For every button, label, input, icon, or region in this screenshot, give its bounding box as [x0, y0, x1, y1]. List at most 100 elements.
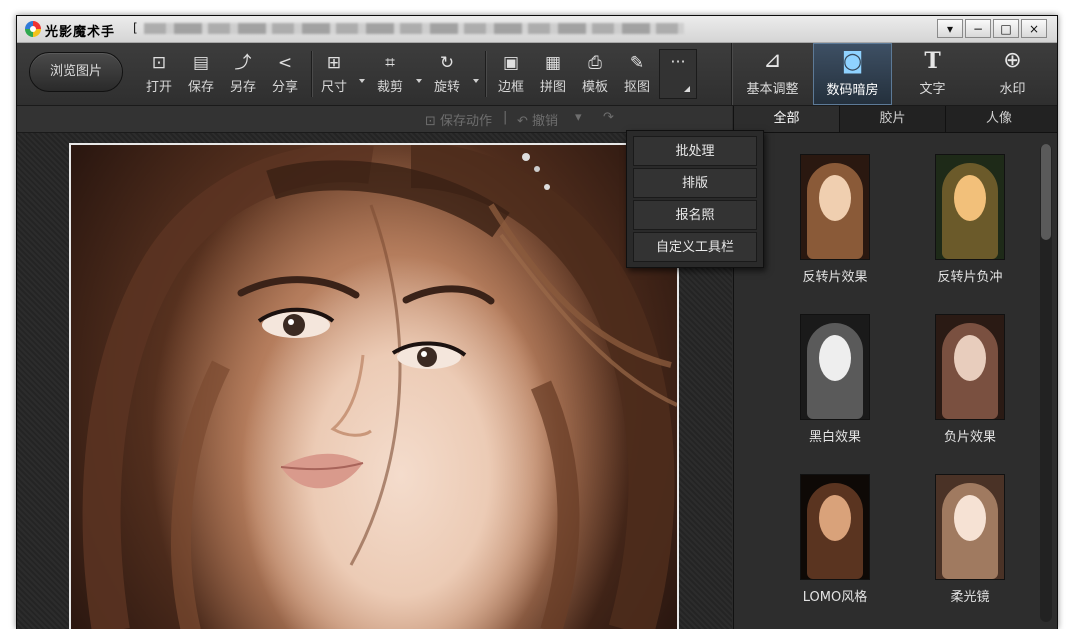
tab-portrait[interactable]: 人像 [946, 106, 1052, 132]
effect-thumbnail [800, 474, 870, 580]
pin-icon: ✎ [629, 53, 645, 73]
image-open-icon: ⊡ [151, 53, 167, 73]
save-as-label: 另存 [229, 80, 256, 95]
mode-label: 文字 [919, 82, 946, 97]
mode-basic-adjust[interactable]: ⊿ 基本调整 [733, 43, 812, 105]
scrollbar-thumb[interactable] [1041, 144, 1051, 240]
effect-thumbnail [800, 154, 870, 260]
open-label: 打开 [145, 80, 172, 95]
undo-button[interactable]: ↶ 撤销 [517, 110, 558, 129]
printer-icon: ⎙ [588, 53, 602, 73]
adjust-icon: ⊿ [763, 48, 782, 73]
effect-item[interactable]: 负片效果 [915, 314, 1025, 445]
divider: | [503, 110, 508, 125]
menu-item-layout[interactable]: 排版 [633, 168, 757, 198]
crop-dropdown-arrow[interactable] [416, 79, 422, 83]
crop-button[interactable]: ⌗ 裁剪 [370, 51, 410, 97]
mode-label: 基本调整 [746, 82, 799, 97]
image-canvas[interactable] [17, 133, 732, 629]
save-action-label: 保存动作 [440, 114, 493, 129]
tab-all[interactable]: 全部 [734, 106, 840, 132]
border-label: 边框 [497, 80, 524, 95]
rotate-button[interactable]: ↻ 旋转 [427, 51, 467, 97]
effects-scrollbar[interactable] [1040, 144, 1052, 622]
rotate-dropdown-arrow[interactable] [473, 79, 479, 83]
resize-icon: ⊞ [326, 53, 342, 73]
size-button[interactable]: ⊞ 尺寸 [314, 51, 354, 97]
crop-icon: ⌗ [385, 53, 395, 73]
action-bar: ⊡ 保存动作 | ↶ 撤销 ▾ ↷ [17, 106, 732, 133]
effect-item[interactable]: 黑白效果 [780, 314, 890, 445]
effect-item[interactable]: LOMO风格 [780, 474, 890, 605]
effect-label: 反转片效果 [802, 270, 868, 285]
browse-images-button[interactable]: 浏览图片 [29, 52, 123, 92]
effect-label: LOMO风格 [802, 590, 868, 605]
mode-label: 水印 [999, 82, 1026, 97]
menu-item-customize-toolbar[interactable]: 自定义工具栏 [633, 232, 757, 262]
undo-icon: ↶ [517, 114, 533, 129]
toolbar-divider [731, 43, 732, 105]
save-as-button[interactable]: ⤴ 另存 [223, 51, 263, 97]
menu-item-batch[interactable]: 批处理 [633, 136, 757, 166]
share-icon: < [277, 53, 293, 73]
template-button[interactable]: ⎙ 模板 [575, 51, 615, 97]
effect-item[interactable]: 反转片负冲 [915, 154, 1025, 285]
cutout-label: 抠图 [623, 80, 650, 95]
document-path-prefix: [ [133, 21, 138, 35]
mode-digital-darkroom[interactable]: ◙ 数码暗房 [813, 43, 892, 105]
mode-watermark[interactable]: ⊕ 水印 [973, 43, 1052, 105]
effect-item[interactable]: 柔光镜 [915, 474, 1025, 605]
effect-thumbnail [935, 154, 1005, 260]
camera-icon: ◙ [841, 49, 864, 74]
border-button[interactable]: ▣ 边框 [491, 51, 531, 97]
watermark-icon: ⊕ [1003, 48, 1022, 73]
app-window: 光影魔术手 [ ▾ − □ × 浏览图片 ⊡ 打开 ▤ 保存 ⤴ 另存 < 分享… [16, 15, 1058, 629]
save-label: 保存 [187, 80, 214, 95]
save-action-icon: ⊡ [425, 114, 441, 129]
open-button[interactable]: ⊡ 打开 [139, 51, 179, 97]
edited-photo[interactable] [69, 143, 679, 629]
cutout-button[interactable]: ✎ 抠图 [617, 51, 657, 97]
rotate-label: 旋转 [433, 80, 460, 95]
effect-label: 柔光镜 [950, 590, 990, 605]
mode-text[interactable]: T 文字 [893, 43, 972, 105]
menu-dropdown-button[interactable]: ▾ [937, 19, 963, 38]
app-title: 光影魔术手 [45, 25, 116, 40]
template-label: 模板 [581, 80, 608, 95]
menu-item-id-photo[interactable]: 报名照 [633, 200, 757, 230]
text-icon: T [924, 48, 941, 74]
collage-label: 拼图 [539, 80, 566, 95]
main-toolbar: 浏览图片 ⊡ 打开 ▤ 保存 ⤴ 另存 < 分享 ⊞ 尺寸 ⌗ 裁剪 ↻ 旋转 … [17, 43, 1057, 106]
close-button[interactable]: × [1021, 19, 1047, 38]
crop-label: 裁剪 [376, 80, 403, 95]
size-dropdown-arrow[interactable] [359, 79, 365, 83]
effect-thumbnail [800, 314, 870, 420]
toolbar-divider [485, 51, 486, 97]
more-dots-icon: ··· [670, 52, 686, 71]
effect-thumbnail [935, 474, 1005, 580]
document-path: [ [133, 21, 689, 37]
toolbar-divider [311, 51, 312, 97]
redo-icon[interactable]: ↷ [603, 110, 614, 125]
size-label: 尺寸 [320, 80, 347, 95]
app-logo-icon [25, 21, 41, 37]
effect-item[interactable]: 反转片效果 [780, 154, 890, 285]
share-label: 分享 [271, 80, 298, 95]
maximize-button[interactable]: □ [993, 19, 1019, 38]
save-action-button[interactable]: ⊡ 保存动作 [425, 110, 492, 129]
effects-tabs: 全部 胶片 人像 [734, 106, 1057, 133]
effect-label: 反转片负冲 [937, 270, 1003, 285]
undo-dropdown-arrow[interactable]: ▾ [575, 110, 582, 125]
title-bar: 光影魔术手 [ ▾ − □ × [17, 16, 1057, 43]
effects-panel: 全部 胶片 人像 反转片效果 反转片负冲 黑白效果 负片效果 LOMO风格 柔光… [733, 106, 1057, 629]
more-tools-button[interactable]: ··· [659, 49, 697, 99]
tab-film[interactable]: 胶片 [840, 106, 946, 132]
collage-button[interactable]: ▦ 拼图 [533, 51, 573, 97]
more-tools-menu: 批处理 排版 报名照 自定义工具栏 [626, 130, 764, 268]
undo-label: 撤销 [532, 114, 559, 129]
save-button[interactable]: ▤ 保存 [181, 51, 221, 97]
effect-thumbnail [935, 314, 1005, 420]
minimize-button[interactable]: − [965, 19, 991, 38]
share-button[interactable]: < 分享 [265, 51, 305, 97]
effect-label: 负片效果 [943, 430, 996, 445]
